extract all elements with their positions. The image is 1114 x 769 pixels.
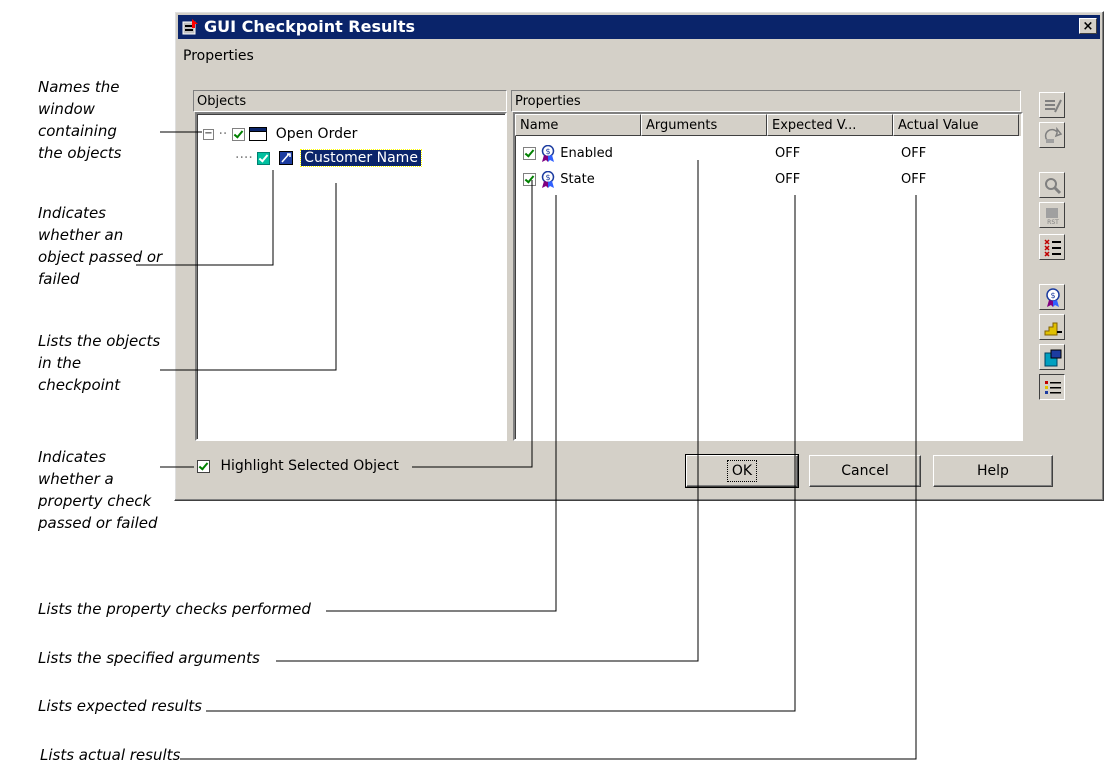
- window-button[interactable]: [1039, 344, 1065, 370]
- window-title: GUI Checkpoint Results: [204, 17, 416, 36]
- list-view-button[interactable]: [1039, 374, 1065, 400]
- property-expected: OFF: [775, 172, 801, 187]
- annotation-line: Indicates: [38, 204, 106, 222]
- property-name: State: [560, 172, 595, 187]
- ok-label: OK: [726, 460, 758, 482]
- update-expected-icon: [1044, 126, 1063, 143]
- property-icon: $: [541, 144, 555, 162]
- property-icon: $: [541, 170, 555, 188]
- window-icon: [249, 127, 268, 141]
- annotation-property-checks: Lists the property checks performed: [38, 600, 311, 618]
- tree-item-open-order[interactable]: − ·· Open Order: [203, 124, 357, 144]
- edit-field-icon: [278, 151, 293, 165]
- property-actual: OFF: [901, 146, 927, 161]
- annotation-line: object passed or: [38, 248, 163, 266]
- column-expected-value[interactable]: Expected V...: [767, 114, 893, 136]
- svg-text:$: $: [546, 147, 551, 156]
- edit-expected-icon: [1045, 99, 1062, 113]
- annotation-line: checkpoint: [38, 376, 121, 394]
- objects-tree[interactable]: − ·· Open Order ···· Customer Name: [195, 112, 507, 441]
- annotation-line: in the: [38, 354, 82, 372]
- properties-list[interactable]: Name Arguments Expected V... Actual Valu…: [513, 112, 1023, 441]
- annotation-lists-objects: Lists the objects in the checkpoint: [38, 330, 160, 396]
- column-arguments[interactable]: Arguments: [641, 114, 767, 136]
- properties-header: Properties: [511, 90, 1021, 112]
- list-icon: [1045, 381, 1061, 394]
- tree-item-label: Customer Name: [300, 149, 422, 167]
- tree-item-label: Open Order: [275, 126, 358, 142]
- annotation-line: Names the: [38, 78, 120, 96]
- zoom-button[interactable]: [1039, 172, 1065, 198]
- svg-text:RST: RST: [1047, 219, 1059, 226]
- annotation-expected: Lists expected results: [38, 697, 202, 715]
- table-row[interactable]: $ State: [523, 170, 595, 190]
- close-icon: ×: [1082, 19, 1094, 34]
- edit-expected-button[interactable]: [1039, 92, 1065, 118]
- pass-check-icon: [523, 173, 536, 186]
- annotation-line: whether an: [38, 226, 124, 244]
- reset-icon: RST: [1046, 208, 1059, 226]
- gui-checkpoint-results-dialog: GUI Checkpoint Results × Properties Obje…: [174, 11, 1104, 501]
- annotation-line: Indicates: [38, 448, 106, 466]
- annotation-line: failed: [38, 270, 80, 288]
- cancel-button[interactable]: Cancel: [809, 455, 921, 487]
- column-actual-value[interactable]: Actual Value: [893, 114, 1019, 136]
- annotation-actual: Lists actual results: [40, 746, 181, 764]
- property-button[interactable]: $: [1039, 284, 1065, 310]
- property-expected: OFF: [775, 146, 801, 161]
- annotation-line: whether a: [38, 470, 114, 488]
- column-header-row: Name Arguments Expected V... Actual Valu…: [515, 114, 1021, 136]
- tree-item-customer-name[interactable]: ···· Customer Name: [235, 148, 422, 168]
- table-row[interactable]: $ Enabled: [523, 144, 613, 164]
- highlight-check-icon: [197, 459, 210, 473]
- collapse-icon[interactable]: −: [203, 128, 214, 140]
- annotation-line: property check: [38, 492, 152, 510]
- pass-check-icon: [231, 127, 245, 141]
- pass-check-icon: [257, 151, 271, 165]
- annotation-line: passed or failed: [38, 514, 158, 532]
- annotation-line: containing: [38, 122, 117, 140]
- property-actual: OFF: [901, 172, 927, 187]
- column-name[interactable]: Name: [515, 114, 641, 136]
- steps-button[interactable]: [1039, 314, 1065, 340]
- svg-text:$: $: [546, 173, 551, 182]
- pass-check-icon: [523, 147, 536, 160]
- window-blue-icon: [1044, 349, 1062, 367]
- help-button[interactable]: Help: [933, 455, 1053, 487]
- annotation-property-pass-fail: Indicates whether a property check passe…: [38, 446, 158, 534]
- annotation-line: the objects: [38, 144, 122, 162]
- reset-button[interactable]: RST: [1039, 202, 1065, 228]
- failed-list-button[interactable]: [1039, 234, 1065, 260]
- highlight-selected-object-checkbox[interactable]: Highlight Selected Object: [197, 458, 399, 474]
- checkpoint-app-icon: [182, 19, 198, 35]
- property-icon: $: [1046, 288, 1060, 307]
- menu-properties[interactable]: Properties: [183, 48, 254, 64]
- steps-icon: [1044, 322, 1062, 336]
- annotation-window-name: Names the window containing the objects: [38, 76, 121, 164]
- annotation-object-pass-fail: Indicates whether an object passed or fa…: [38, 202, 162, 290]
- annotation-line: Lists the objects: [38, 332, 161, 350]
- zoom-icon: [1045, 178, 1062, 195]
- ok-button[interactable]: OK: [685, 454, 799, 488]
- highlight-label: Highlight Selected Object: [220, 458, 399, 474]
- close-button[interactable]: ×: [1079, 18, 1097, 34]
- annotation-arguments: Lists the specified arguments: [38, 649, 260, 667]
- objects-header: Objects: [193, 90, 507, 112]
- failed-list-icon: [1044, 239, 1061, 257]
- title-bar[interactable]: GUI Checkpoint Results ×: [178, 15, 1100, 39]
- update-expected-button[interactable]: [1039, 122, 1065, 148]
- svg-text:$: $: [1050, 291, 1055, 300]
- property-name: Enabled: [560, 146, 613, 161]
- annotation-line: window: [38, 100, 95, 118]
